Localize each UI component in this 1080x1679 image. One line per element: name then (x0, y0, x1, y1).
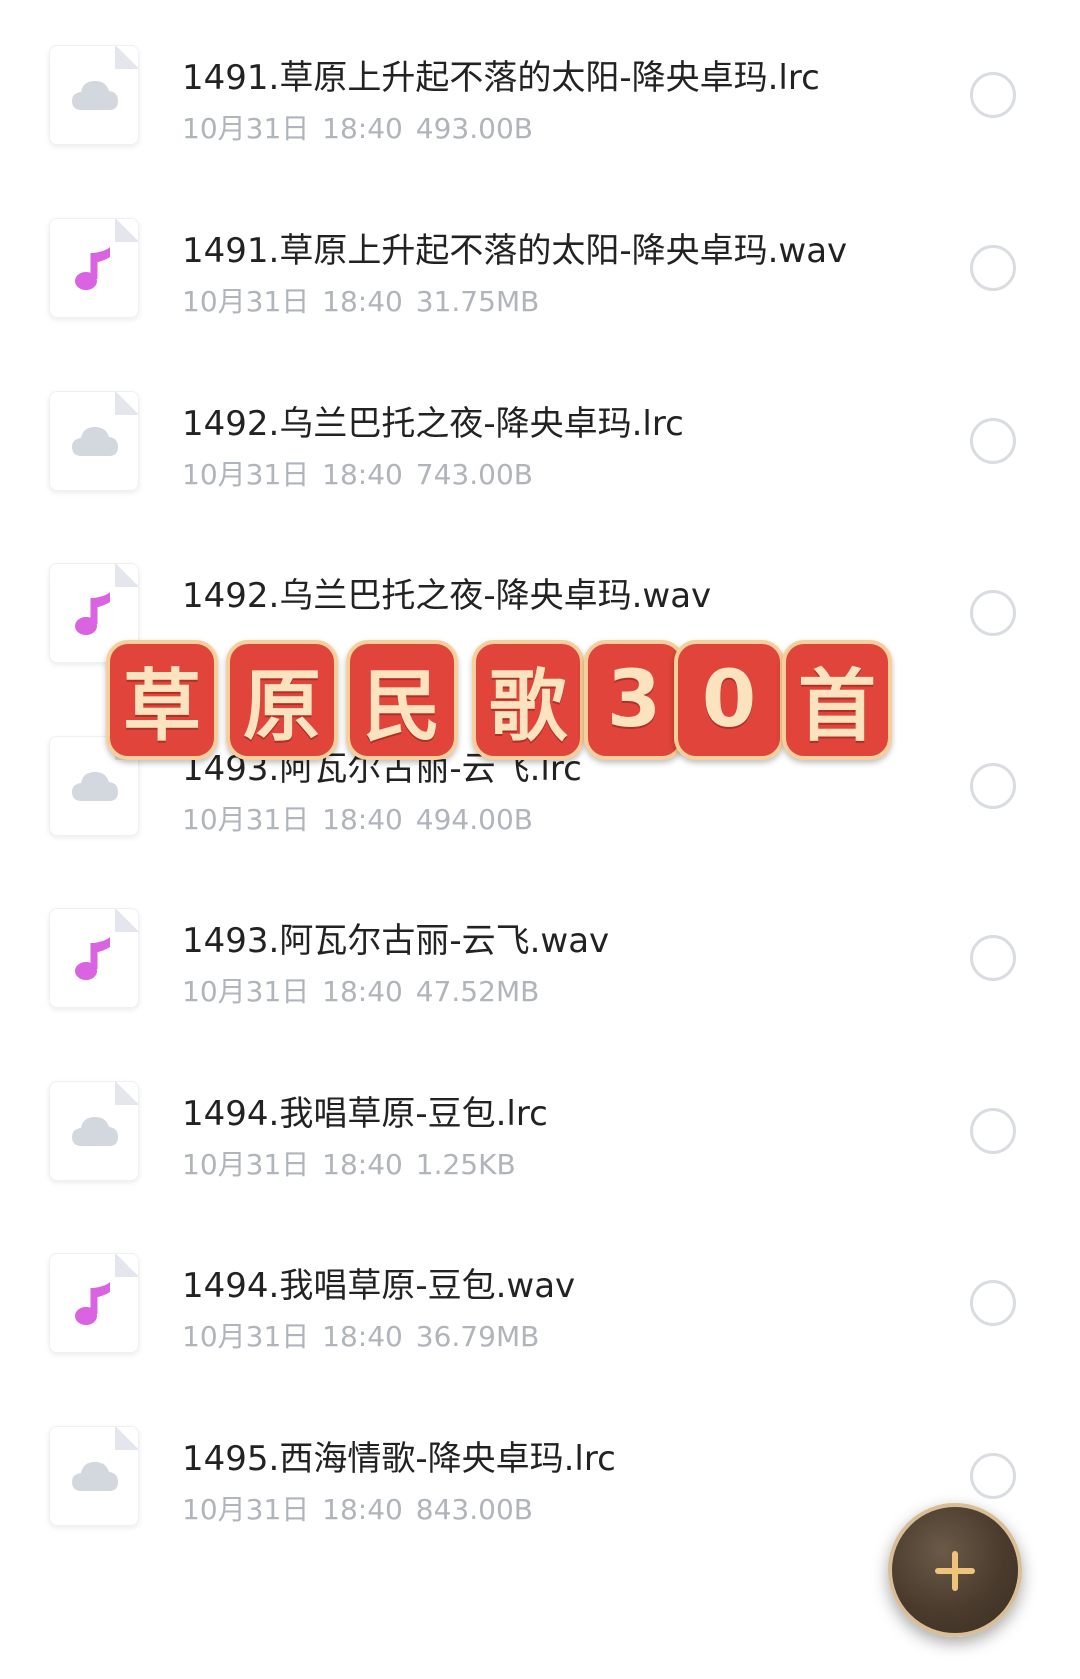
file-date: 10月31日 (182, 1148, 310, 1181)
cloud-file-icon (49, 391, 139, 491)
file-size: 743.00B (415, 458, 533, 491)
select-radio[interactable] (970, 1453, 1016, 1499)
select-radio[interactable] (970, 72, 1016, 118)
file-size: 493.00B (415, 112, 533, 145)
file-size: 36.79MB (415, 1320, 540, 1353)
banner-char-tile: 原 (226, 640, 338, 760)
banner-char-tile: 歌 (472, 640, 584, 760)
file-meta: 10月31日 18:40 36.79MB (182, 1315, 539, 1355)
file-time: 18:40 (322, 803, 403, 836)
banner-char-tile: 首 (782, 640, 892, 760)
cloud-file-icon (49, 1081, 139, 1181)
select-radio[interactable] (970, 1280, 1016, 1326)
file-meta: 10月31日 18:40 743.00B (182, 453, 533, 493)
music-note-icon (49, 1253, 139, 1353)
music-note-icon (49, 218, 139, 318)
select-radio[interactable] (970, 418, 1016, 464)
select-radio[interactable] (970, 245, 1016, 291)
file-name: 1491.草原上升起不落的太阳-降央卓玛.wav (182, 231, 848, 271)
music-note-icon (49, 908, 139, 1008)
cloud-file-icon (49, 45, 139, 145)
banner-char-tile: 0 (674, 640, 784, 760)
file-row[interactable]: 1491.草原上升起不落的太阳-降央卓玛.lrc 10月31日 18:40 493… (0, 45, 1080, 185)
file-name: 1493.阿瓦尔古丽-云飞.wav (182, 921, 610, 961)
file-size: 1.25KB (415, 1148, 516, 1181)
file-time: 18:40 (322, 458, 403, 491)
file-name: 1495.西海情歌-降央卓玛.lrc (182, 1439, 616, 1479)
add-button[interactable] (888, 1503, 1022, 1637)
file-row[interactable]: 1492.乌兰巴托之夜-降央卓玛.lrc 10月31日 18:40 743.00B (0, 391, 1080, 531)
file-row[interactable]: 1491.草原上升起不落的太阳-降央卓玛.wav 10月31日 18:40 31.… (0, 218, 1080, 358)
select-radio[interactable] (970, 590, 1016, 636)
file-date: 10月31日 (182, 1320, 310, 1353)
file-meta: 10月31日 18:40 1.25KB (182, 1143, 516, 1183)
title-banner-overlay: 草原民歌30首 (106, 640, 936, 760)
file-meta: 10月31日 18:40 31.75MB (182, 280, 539, 320)
file-row[interactable]: 1494.我唱草原-豆包.wav 10月31日 18:40 36.79MB (0, 1253, 1080, 1393)
file-time: 18:40 (322, 1148, 403, 1181)
file-time: 18:40 (322, 975, 403, 1008)
file-size: 843.00B (415, 1493, 533, 1526)
file-date: 10月31日 (182, 285, 310, 318)
cloud-file-icon (49, 1426, 139, 1526)
file-row[interactable]: 1494.我唱草原-豆包.lrc 10月31日 18:40 1.25KB (0, 1081, 1080, 1221)
file-row[interactable]: 1493.阿瓦尔古丽-云飞.wav 10月31日 18:40 47.52MB (0, 908, 1080, 1048)
file-time: 18:40 (322, 1320, 403, 1353)
file-name: 1494.我唱草原-豆包.wav (182, 1266, 576, 1306)
banner-char-tile: 3 (584, 640, 684, 760)
file-meta: 10月31日 18:40 843.00B (182, 1488, 533, 1528)
file-name: 1492.乌兰巴托之夜-降央卓玛.lrc (182, 404, 684, 444)
file-date: 10月31日 (182, 975, 310, 1008)
file-size: 494.00B (415, 803, 533, 836)
file-meta: 10月31日 18:40 494.00B (182, 798, 533, 838)
file-name: 1492.乌兰巴托之夜-降央卓玛.wav (182, 576, 712, 616)
file-date: 10月31日 (182, 458, 310, 491)
file-size: 31.75MB (415, 285, 540, 318)
file-time: 18:40 (322, 285, 403, 318)
file-date: 10月31日 (182, 1493, 310, 1526)
file-manager-page: 1491.草原上升起不落的太阳-降央卓玛.lrc 10月31日 18:40 493… (0, 0, 1080, 1679)
file-time: 18:40 (322, 112, 403, 145)
select-radio[interactable] (970, 1108, 1016, 1154)
banner-char-tile: 民 (346, 640, 458, 760)
select-radio[interactable] (970, 763, 1016, 809)
file-date: 10月31日 (182, 803, 310, 836)
file-date: 10月31日 (182, 112, 310, 145)
file-name: 1491.草原上升起不落的太阳-降央卓玛.lrc (182, 58, 820, 98)
banner-char-tile: 草 (106, 640, 218, 760)
file-name: 1494.我唱草原-豆包.lrc (182, 1094, 548, 1134)
file-meta: 10月31日 18:40 493.00B (182, 107, 533, 147)
file-time: 18:40 (322, 1493, 403, 1526)
file-size: 47.52MB (415, 975, 540, 1008)
select-radio[interactable] (970, 935, 1016, 981)
file-meta: 10月31日 18:40 47.52MB (182, 970, 539, 1010)
